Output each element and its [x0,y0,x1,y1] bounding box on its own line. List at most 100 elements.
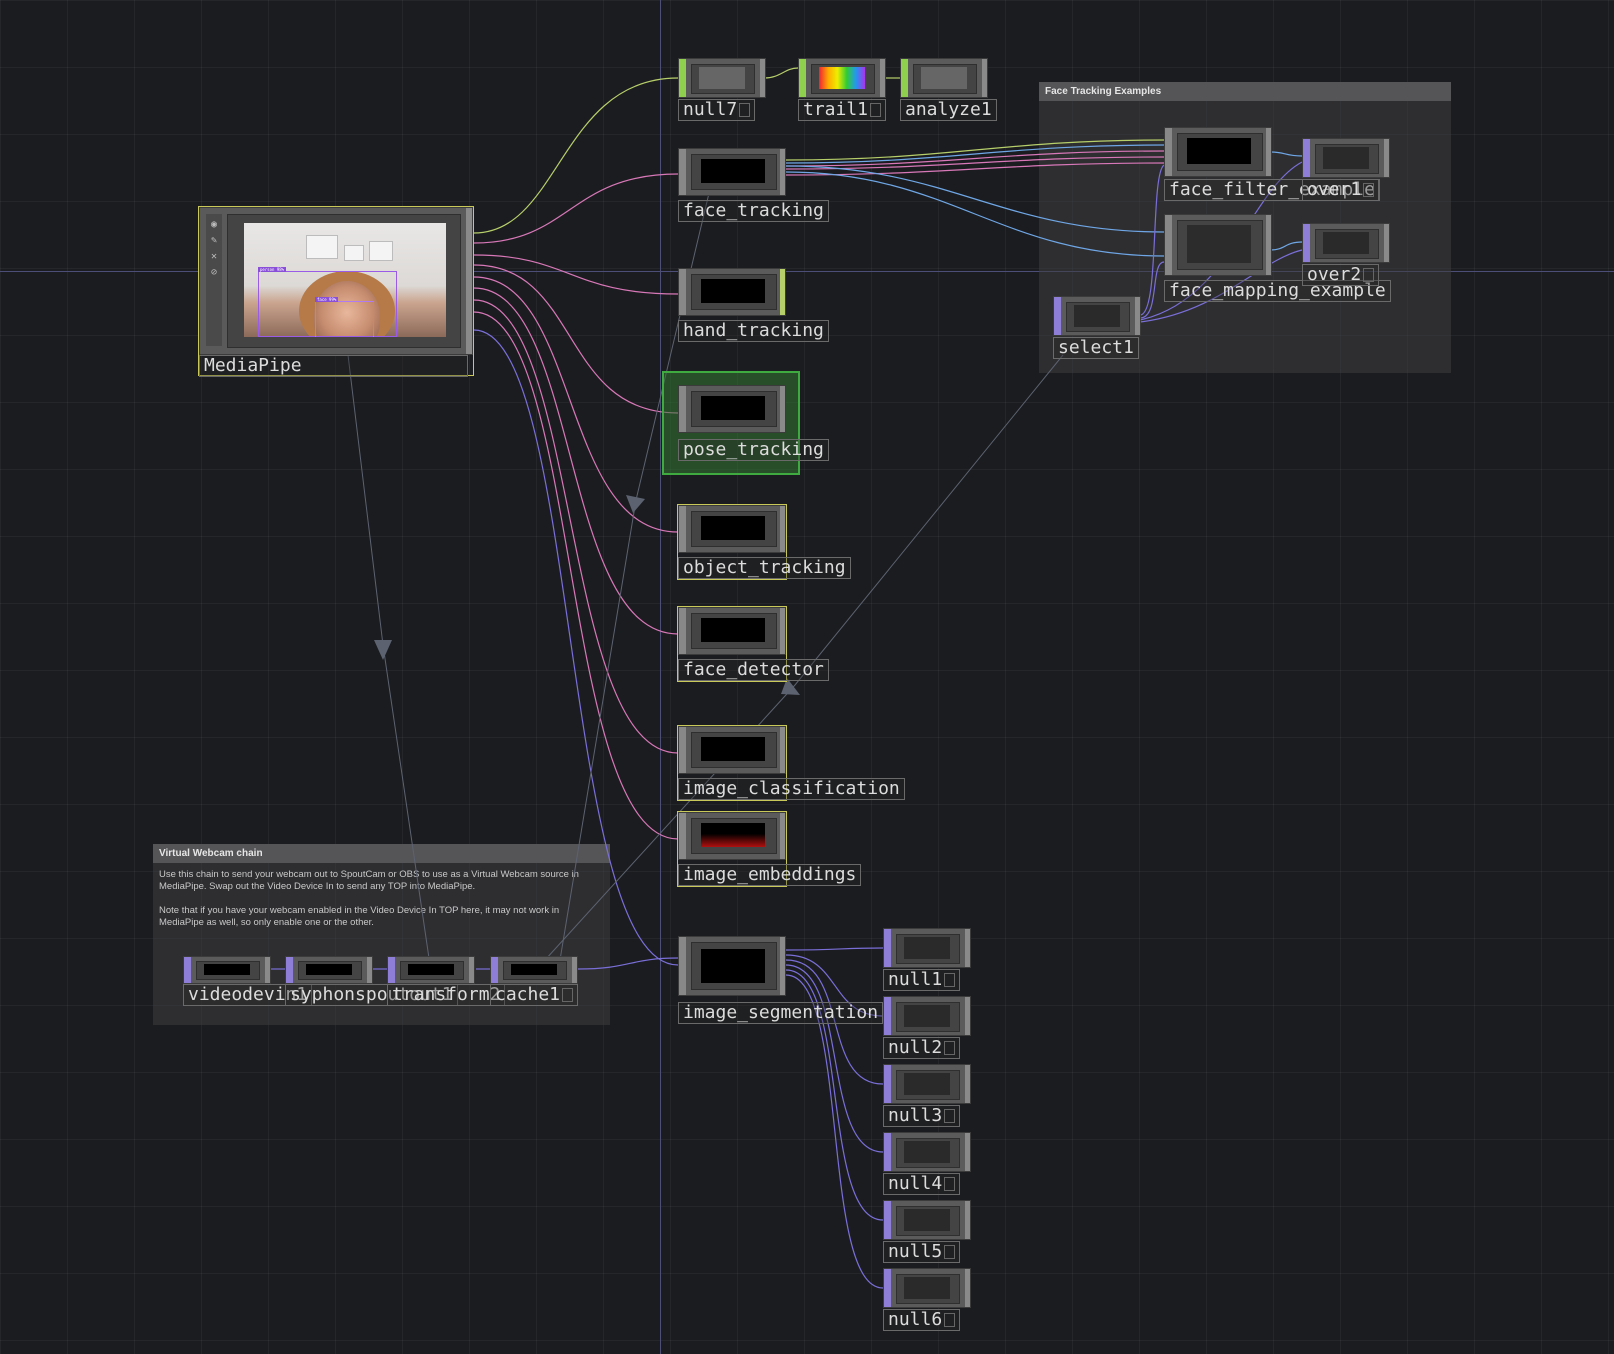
wire-select1-mapping [1139,261,1165,319]
node-label[interactable]: null2 [883,1037,961,1059]
image-embeddings-node[interactable]: image_embeddings [677,811,862,887]
node-label[interactable]: image_classification [678,778,905,800]
node-name: over1 [1307,179,1362,200]
wire-ft-filter-1 [785,139,1165,161]
node-name: cache1 [495,984,561,1005]
image-classification-node[interactable]: image_classification [677,725,905,801]
over2-node[interactable]: over2 [1302,223,1390,286]
cache1-node[interactable]: cache1 [490,956,579,1006]
wire-mediapipe-pose-tracking [473,264,679,414]
node-label[interactable]: over2 [1302,264,1380,286]
close-icon[interactable]: ✕ [206,251,222,262]
null3-node[interactable]: null3 [883,1064,971,1127]
node-label[interactable]: transform2 [387,984,506,1006]
node-label[interactable]: null4 [883,1173,961,1195]
image-segmentation-node[interactable]: image_segmentation [678,936,884,1024]
node-name: null5 [888,1241,943,1262]
null4-node[interactable]: null4 [883,1132,971,1195]
triangle-arrow-icon [626,495,645,513]
node-name: image_embeddings [683,864,857,885]
node-name: null6 [888,1309,943,1330]
wire-filter-over1 [1270,151,1303,157]
face-mapping-example-node[interactable]: face_mapping_example [1164,214,1391,304]
null1-node[interactable]: null1 [883,928,971,991]
node-label[interactable]: face_detector [678,659,829,681]
null2-node[interactable]: null2 [883,996,971,1059]
null5-node[interactable]: null5 [883,1200,971,1263]
node-name: face_detector [683,659,824,680]
node-name: MediaPipe [204,355,302,376]
node-label[interactable]: over1 [1302,179,1380,201]
trail1-node[interactable]: trail1 [798,58,887,121]
face-detector-node[interactable]: face_detector [677,606,829,682]
pose-tracking-node[interactable]: pose_tracking [662,371,829,475]
node-name: pose_tracking [683,439,824,460]
wire-mapping-over2 [1270,241,1303,251]
triangle-arrow-icon [374,640,392,660]
over1-node[interactable]: over1 [1302,138,1390,201]
node-label[interactable]: object_tracking [678,557,851,579]
wire-seg-null1 [785,947,884,951]
wire-ft-filter-2 [785,144,1165,164]
syphonspoutout1-node[interactable]: syphonspoutout1 [285,956,458,1006]
object-tracking-node[interactable]: object_tracking [677,504,851,580]
node-label[interactable]: image_segmentation [678,1002,884,1024]
node-label[interactable]: cache1 [490,984,579,1006]
wire-mediapipe-null7 [473,77,679,234]
node-label[interactable]: trail1 [798,99,887,121]
videodevin1-node[interactable]: videodevin1 [183,956,313,1006]
node-name: image_segmentation [683,1002,879,1023]
link-icon[interactable]: ⊘ [206,267,222,278]
face-filter-example-node[interactable]: face_filter_example [1164,127,1380,201]
node-name: null4 [888,1173,943,1194]
wire-null7-trail1 [764,67,799,79]
transform2-node[interactable]: transform2 [387,956,506,1006]
mediapipe-node[interactable]: ◉ ✎ ✕ ⊘ person 98% face 99% MediaPipe [198,206,474,377]
wire-select1-filter [1139,164,1165,316]
node-label[interactable]: image_embeddings [678,864,862,886]
node-name: null2 [888,1037,943,1058]
node-name: image_classification [683,778,900,799]
node-label[interactable]: hand_tracking [678,320,829,342]
node-label[interactable]: null6 [883,1309,961,1331]
node-name: hand_tracking [683,320,824,341]
record-icon[interactable]: ◉ [206,219,222,230]
face-tracking-node[interactable]: face_tracking [678,148,829,222]
wire-mediapipe-hand-tracking [473,254,679,295]
node-name: select1 [1058,337,1134,358]
node-label[interactable]: face_tracking [678,200,829,222]
node-name: over2 [1307,264,1362,285]
wire-mediapipe-face-detector [473,287,679,635]
node-name: object_tracking [683,557,846,578]
wire-mediapipe-image-embeddings [473,311,679,840]
node-label[interactable]: null1 [883,969,961,991]
node-label[interactable]: MediaPipe [199,355,468,377]
node-label[interactable]: select1 [1053,337,1139,359]
node-name: face_tracking [683,200,824,221]
node-name: trail1 [803,99,869,120]
hand-tracking-node[interactable]: hand_tracking [678,268,829,342]
node-toolbar: ◉ ✎ ✕ ⊘ [206,214,222,346]
wire-mediapipe-image-classification [473,299,679,754]
wire-ft-mapping-2 [785,171,1165,257]
node-label[interactable]: pose_tracking [678,439,829,461]
wire-mediapipe-face-tracking [473,173,679,244]
node-name: analyze1 [905,99,992,120]
wire-mediapipe-image-segmentation [473,329,679,966]
null6-node[interactable]: null6 [883,1268,971,1331]
node-name: transform2 [392,984,501,1005]
node-label[interactable]: null5 [883,1241,961,1263]
analyze1-node[interactable]: analyze1 [900,58,997,121]
node-label[interactable]: null7 [678,99,756,121]
wire-cache-segmentation [577,957,679,970]
select1-node[interactable]: select1 [1053,296,1141,359]
null7-node[interactable]: null7 [678,58,766,121]
node-name: null7 [683,99,738,120]
node-label[interactable]: analyze1 [900,99,997,121]
node-name: null3 [888,1105,943,1126]
dependency-line-mediapipe-transform [347,354,431,966]
webcam-preview: person 98% face 99% [244,223,446,337]
node-name: null1 [888,969,943,990]
node-label[interactable]: null3 [883,1105,961,1127]
pencil-icon[interactable]: ✎ [206,235,222,246]
